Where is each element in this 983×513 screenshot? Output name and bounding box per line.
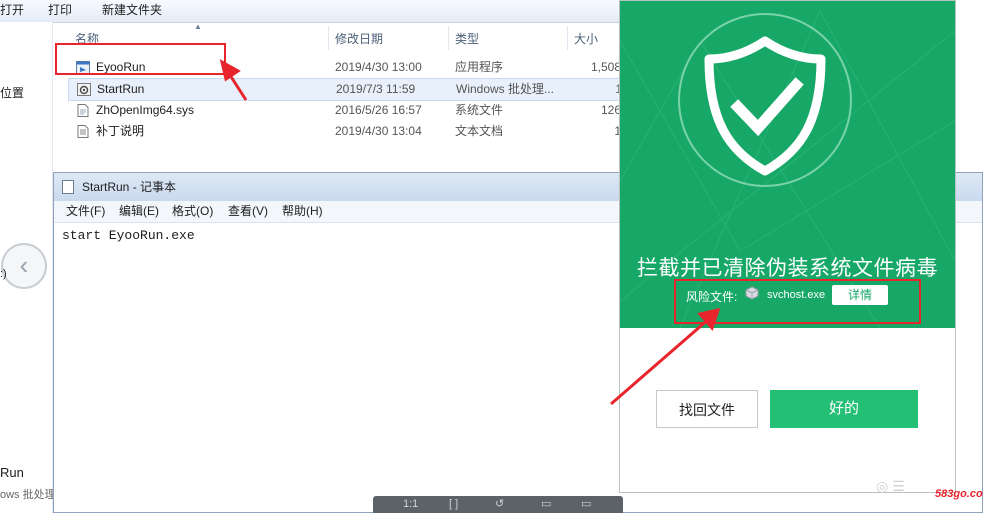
sort-up-icon: ▲: [194, 22, 202, 31]
column-divider[interactable]: [448, 26, 449, 50]
ok-button[interactable]: 好的: [770, 390, 918, 428]
file-date: 2019/4/30 13:04: [335, 124, 422, 138]
sys-file-icon: [77, 104, 89, 117]
watermark-logo: 583go.com: [935, 488, 983, 500]
file-size: 126: [600, 103, 621, 117]
menu-view[interactable]: 查看(V): [228, 201, 268, 222]
nav-item-location[interactable]: 位置: [0, 84, 24, 101]
preview-file-name: Run: [0, 465, 24, 480]
notepad-icon: [62, 180, 74, 194]
restore-file-button[interactable]: 找回文件: [656, 390, 758, 428]
shield-check-icon: [678, 13, 852, 187]
file-date: 2019/7/3 11:59: [336, 82, 416, 96]
alert-headline: 拦截并已清除伪装系统文件病毒: [637, 257, 938, 280]
file-date: 2019/4/30 13:00: [335, 60, 422, 74]
file-row-zhopenimg[interactable]: ZhOpenImg64.sys 2016/5/26 16:57 系统文件 126: [68, 100, 628, 121]
column-divider[interactable]: [567, 26, 568, 50]
file-type: Windows 批处理...: [456, 82, 555, 96]
file-size: 1: [572, 79, 622, 100]
menu-help[interactable]: 帮助(H): [282, 201, 323, 222]
desktop-strip: [956, 0, 983, 172]
open-button[interactable]: 打开: [0, 2, 28, 19]
frame-icon[interactable]: ▭: [541, 496, 551, 513]
file-size: 1,508: [590, 60, 621, 74]
batch-icon: [77, 83, 91, 96]
column-header-type[interactable]: 类型: [455, 28, 479, 50]
rotate-icon[interactable]: ↺: [495, 496, 504, 513]
column-header-date[interactable]: 修改日期: [335, 28, 383, 50]
frame-icon[interactable]: ▭: [581, 496, 591, 513]
file-type: 系统文件: [455, 103, 504, 117]
menu-edit[interactable]: 编辑(E): [119, 201, 159, 222]
column-header-size[interactable]: 大小: [574, 28, 598, 50]
column-divider[interactable]: [328, 26, 329, 50]
menu-file[interactable]: 文件(F): [66, 201, 105, 222]
notepad-text-area[interactable]: start EyooRun.exe: [62, 228, 195, 243]
file-type: 文本文档: [455, 124, 504, 138]
preview-file-type: ows 批处理: [0, 489, 56, 501]
file-name: 补丁说明: [96, 124, 145, 138]
print-button[interactable]: 打印: [44, 2, 76, 19]
watermark-icon: ◎ ☰: [876, 478, 905, 494]
file-date: 2016/5/26 16:57: [335, 103, 422, 117]
viewer-toolbar: 1:1 [ ] ↺ ▭ ▭: [373, 496, 623, 513]
file-row-startrun[interactable]: StartRun 2019/7/3 11:59 Windows 批处理... 1: [68, 78, 630, 101]
highlight-box-risk-file: [674, 279, 921, 324]
file-type: 应用程序: [455, 60, 504, 74]
menu-format[interactable]: 格式(O): [172, 201, 213, 222]
file-name: StartRun: [97, 82, 145, 96]
file-row-patch-notes[interactable]: 补丁说明 2019/4/30 13:04 文本文档 1: [68, 121, 628, 142]
notepad-title: StartRun - 记事本: [82, 180, 177, 194]
file-size: 1: [614, 124, 621, 138]
new-folder-button[interactable]: 新建文件夹: [98, 2, 166, 19]
zoom-ratio-label[interactable]: 1:1: [403, 496, 418, 513]
fit-icon[interactable]: [ ]: [449, 496, 458, 513]
file-name: ZhOpenImg64.sys: [96, 103, 195, 117]
highlight-box-eyoorun: [55, 43, 226, 75]
back-arrow-icon[interactable]: ‹: [1, 243, 47, 289]
security-alert-popup: 拦截并已清除伪装系统文件病毒 风险文件: svchost.exe 详情 找回文件…: [619, 0, 956, 493]
drive-label: :): [0, 268, 7, 280]
text-file-icon: [77, 125, 89, 138]
alert-actions-panel: 找回文件 好的: [620, 328, 955, 492]
